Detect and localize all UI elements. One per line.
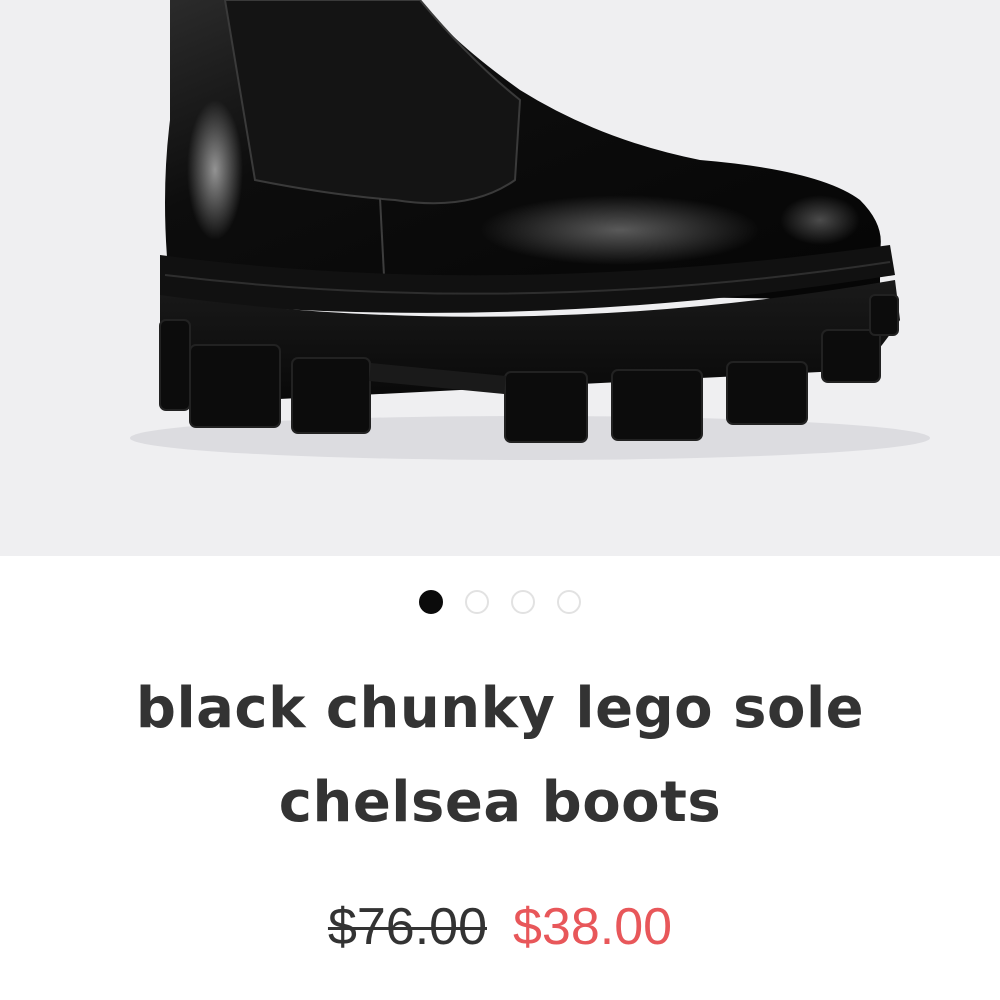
carousel-dot-4[interactable] bbox=[557, 590, 581, 614]
sale-price: $38.00 bbox=[513, 898, 673, 956]
carousel-dot-1[interactable] bbox=[419, 590, 443, 614]
carousel-dot-2[interactable] bbox=[465, 590, 489, 614]
product-title: black chunky lego sole chelsea boots bbox=[135, 676, 865, 835]
boot-icon bbox=[130, 0, 930, 460]
original-price: $76.00 bbox=[327, 898, 487, 956]
product-page: black chunky lego sole chelsea boots $76… bbox=[0, 0, 1000, 1000]
image-carousel-dots bbox=[0, 590, 1000, 614]
product-image[interactable] bbox=[0, 0, 1000, 556]
price-row: $76.00 $38.00 bbox=[0, 894, 1000, 960]
carousel-dot-3[interactable] bbox=[511, 590, 535, 614]
